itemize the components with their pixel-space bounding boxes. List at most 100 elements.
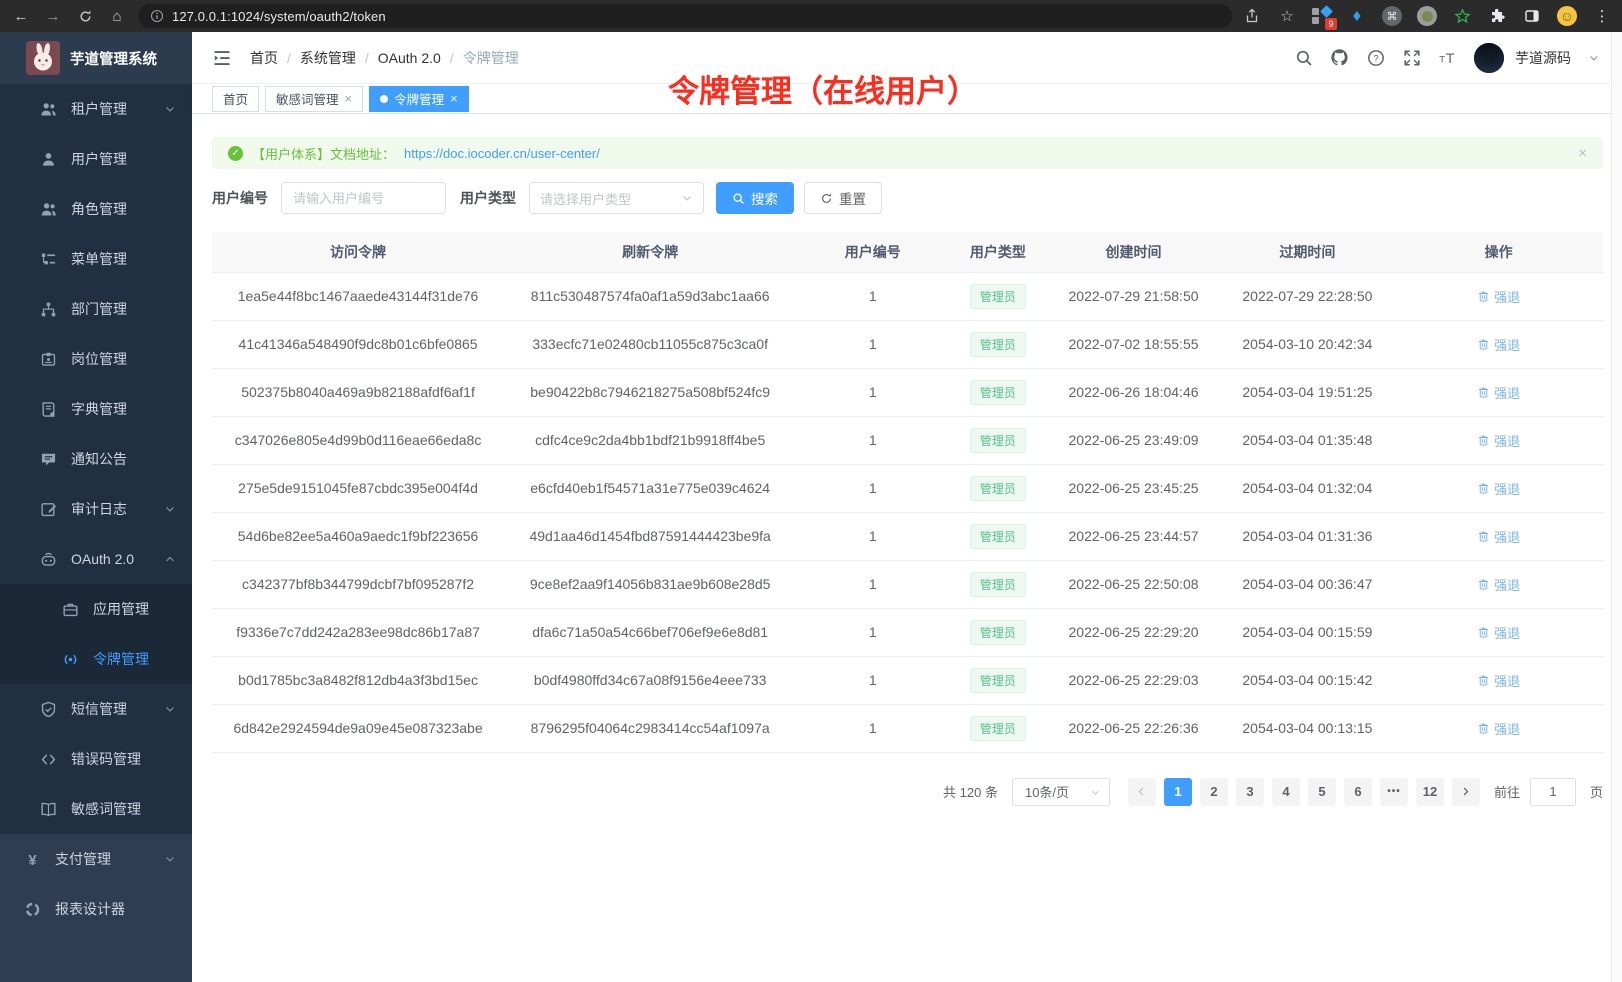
sidebar-item[interactable]: 令牌管理	[0, 634, 192, 684]
search-icon[interactable]	[1294, 48, 1313, 67]
browser-menu-icon[interactable]: ⋮	[1592, 6, 1612, 26]
force-logout-button[interactable]: 强退	[1477, 431, 1520, 450]
trash-icon	[1477, 530, 1490, 543]
username[interactable]: 芋道源码	[1515, 48, 1571, 68]
force-logout-button[interactable]: 强退	[1477, 335, 1520, 354]
breadcrumb-item[interactable]: 令牌管理	[463, 48, 519, 68]
force-logout-button[interactable]: 强退	[1477, 671, 1520, 690]
sidebar-item[interactable]: 岗位管理	[0, 334, 192, 384]
page-button[interactable]: •••	[1380, 778, 1408, 806]
breadcrumb-item[interactable]: 首页	[250, 48, 300, 68]
table-row: 275e5de9151045fe87cbdc395e004f4d e6cfd40…	[212, 464, 1603, 512]
user-id-cell: 1	[796, 272, 949, 320]
sidebar-item[interactable]: 租户管理	[0, 84, 192, 134]
bookmark-star-icon[interactable]: ☆	[1277, 6, 1297, 26]
column-header[interactable]: 用户类型	[949, 232, 1046, 272]
command-extension-icon[interactable]: ⌘	[1382, 6, 1402, 26]
sidebar-item[interactable]: 通知公告	[0, 434, 192, 484]
page-button[interactable]: 12	[1416, 778, 1444, 806]
page-button[interactable]: 5	[1308, 778, 1336, 806]
page-button[interactable]: 2	[1200, 778, 1228, 806]
chevron-icon	[164, 503, 176, 515]
page-button[interactable]: 3	[1236, 778, 1264, 806]
column-header[interactable]: 刷新令牌	[504, 232, 796, 272]
user-id-input[interactable]	[281, 182, 446, 214]
sidebar-item[interactable]: 用户管理	[0, 134, 192, 184]
page-size-select[interactable]: 10条/页	[1012, 778, 1110, 806]
prev-page-button[interactable]	[1128, 778, 1156, 806]
user-avatar[interactable]	[1474, 43, 1504, 73]
help-icon[interactable]: ?	[1366, 48, 1385, 67]
user-type-select[interactable]: 请选择用户类型	[529, 182, 704, 214]
font-size-icon[interactable]: TT	[1438, 48, 1457, 67]
tab-close-icon[interactable]: ×	[450, 92, 458, 105]
column-header[interactable]: 创建时间	[1047, 232, 1221, 272]
sidebar-item[interactable]: OAuth 2.0	[0, 534, 192, 584]
record-extension-icon[interactable]	[1417, 6, 1437, 26]
sidebar-item[interactable]: 错误码管理	[0, 734, 192, 784]
user-type-tag: 管理员	[970, 716, 1026, 741]
tab-close-icon[interactable]: ×	[345, 92, 353, 105]
access-token-cell: 54d6be82ee5a460a9aedc1f9bf223656	[212, 512, 504, 560]
column-header[interactable]: 操作	[1394, 232, 1603, 272]
sidebar-item[interactable]: 部门管理	[0, 284, 192, 334]
extension-badge-icon[interactable]: 9	[1312, 6, 1332, 26]
force-logout-button[interactable]: 强退	[1477, 719, 1520, 738]
breadcrumb-item[interactable]: 系统管理	[300, 48, 378, 68]
side-panel-icon[interactable]	[1522, 6, 1542, 26]
next-page-button[interactable]	[1452, 778, 1480, 806]
force-logout-button[interactable]: 强退	[1477, 527, 1520, 546]
table-row: 1ea5e44f8bc1467aaede43144f31de76 811c530…	[212, 272, 1603, 320]
share-icon[interactable]	[1242, 6, 1262, 26]
tab[interactable]: 令牌管理 ×	[369, 86, 469, 112]
force-logout-button[interactable]: 强退	[1477, 575, 1520, 594]
sidebar-item[interactable]: 敏感词管理	[0, 784, 192, 834]
sidebar-item[interactable]: ¥ 支付管理	[0, 834, 192, 884]
reset-button[interactable]: 重置	[804, 182, 882, 214]
column-header[interactable]: 用户编号	[796, 232, 949, 272]
page-button[interactable]: 6	[1344, 778, 1372, 806]
user-type-label: 用户类型	[460, 188, 516, 208]
page-button[interactable]: 1	[1164, 778, 1192, 806]
reload-icon[interactable]	[74, 5, 96, 27]
sidebar-item[interactable]: 短信管理	[0, 684, 192, 734]
sidebar-item[interactable]: 菜单管理	[0, 234, 192, 284]
sidebar-item[interactable]: 报表设计器	[0, 884, 192, 934]
search-button[interactable]: 搜索	[716, 182, 794, 214]
goto-page-input[interactable]	[1530, 778, 1576, 806]
force-logout-button[interactable]: 强退	[1477, 479, 1520, 498]
site-info-icon[interactable]	[150, 9, 164, 23]
token-table: 访问令牌刷新令牌用户编号用户类型创建时间过期时间操作 1ea5e44f8bc14…	[212, 232, 1603, 753]
sidebar-item[interactable]: 字典管理	[0, 384, 192, 434]
force-logout-button[interactable]: 强退	[1477, 623, 1520, 642]
total-count: 共 120 条	[943, 782, 998, 801]
sidebar-item[interactable]: 应用管理	[0, 584, 192, 634]
page-scrollbar[interactable]	[1611, 32, 1622, 982]
forward-icon[interactable]: →	[42, 5, 64, 27]
sidebar-collapse-icon[interactable]	[212, 48, 232, 68]
column-header[interactable]: 访问令牌	[212, 232, 504, 272]
tab[interactable]: 敏感词管理 ×	[265, 86, 363, 112]
force-logout-button[interactable]: 强退	[1477, 383, 1520, 402]
address-bar[interactable]: 127.0.0.1:1024/system/oauth2/token	[138, 4, 1232, 28]
page-button[interactable]: 4	[1272, 778, 1300, 806]
column-header[interactable]: 过期时间	[1220, 232, 1394, 272]
url-text[interactable]: 127.0.0.1:1024/system/oauth2/token	[172, 9, 386, 24]
user-caret-icon[interactable]	[1588, 52, 1600, 64]
fullscreen-icon[interactable]	[1402, 48, 1421, 67]
home-icon[interactable]: ⌂	[106, 5, 128, 27]
breadcrumb-item[interactable]: OAuth 2.0	[378, 50, 463, 66]
sidebar-item[interactable]: 审计日志	[0, 484, 192, 534]
sidebar-item[interactable]: 角色管理	[0, 184, 192, 234]
alert-close-icon[interactable]: ×	[1578, 145, 1587, 162]
extensions-puzzle-icon[interactable]	[1487, 6, 1507, 26]
back-icon[interactable]: ←	[10, 5, 32, 27]
gem-extension-icon[interactable]: ♦	[1347, 6, 1367, 26]
green-star-extension-icon[interactable]	[1452, 6, 1472, 26]
app-logo[interactable]: 芋道管理系统	[0, 32, 192, 84]
force-logout-button[interactable]: 强退	[1477, 287, 1520, 306]
profile-avatar-icon[interactable]: ☺	[1557, 6, 1577, 26]
tab[interactable]: 首页 ×	[212, 86, 259, 112]
doc-link[interactable]: https://doc.iocoder.cn/user-center/	[404, 146, 600, 161]
github-icon[interactable]	[1330, 48, 1349, 67]
